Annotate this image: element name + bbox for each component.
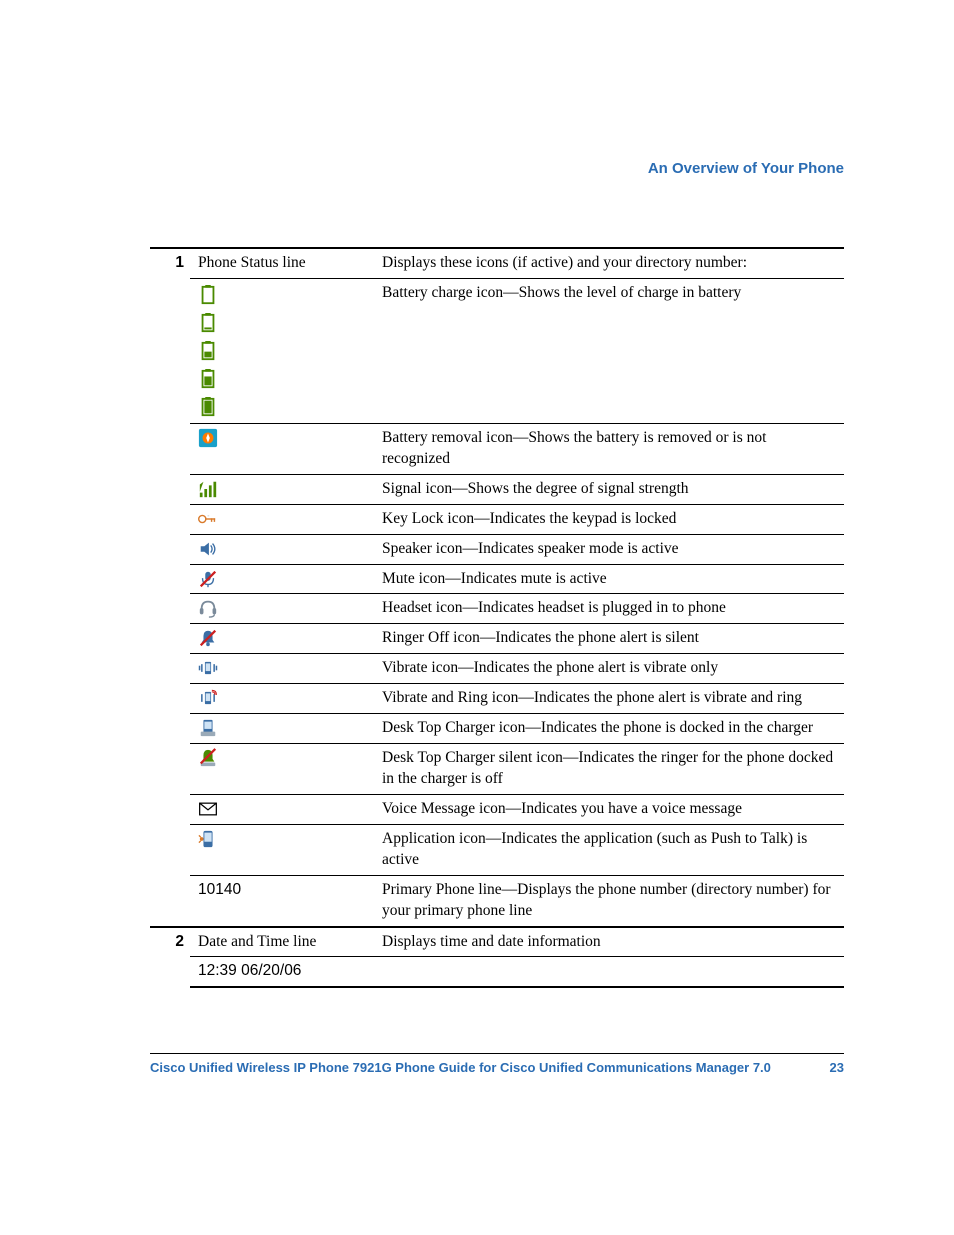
row-icon-cell xyxy=(190,278,374,423)
row-description xyxy=(374,957,844,987)
row-description: Headset icon—Indicates headset is plugge… xyxy=(374,594,844,624)
row-description: Primary Phone line—Displays the phone nu… xyxy=(374,875,844,926)
svg-text:≡: ≡ xyxy=(207,514,209,518)
row-icon-cell xyxy=(190,624,374,654)
row-description: Desk Top Charger icon—Indicates the phon… xyxy=(374,714,844,744)
row-description: Displays these icons (if active) and you… xyxy=(374,248,844,278)
row-description: Signal icon—Shows the degree of signal s… xyxy=(374,474,844,504)
row-icon-cell xyxy=(190,824,374,875)
row-icon-cell xyxy=(190,684,374,714)
row-icon-cell: Phone Status line xyxy=(190,248,374,278)
key-lock-icon: ≡ xyxy=(198,509,368,529)
section-header: An Overview of Your Phone xyxy=(150,160,844,177)
row-description: Vibrate and Ring icon—Indicates the phon… xyxy=(374,684,844,714)
row-description: Voice Message icon—Indicates you have a … xyxy=(374,794,844,824)
row-description: Speaker icon—Indicates speaker mode is a… xyxy=(374,534,844,564)
row-icon-cell xyxy=(190,534,374,564)
footer-page-number: 23 xyxy=(830,1060,844,1075)
row-icon-cell xyxy=(190,744,374,795)
row-icon-cell: 10140 xyxy=(190,875,374,926)
row-description: Battery charge icon—Shows the level of c… xyxy=(374,278,844,423)
speaker-icon xyxy=(198,539,368,559)
row-icon-cell xyxy=(190,794,374,824)
page-footer: Cisco Unified Wireless IP Phone 7921G Ph… xyxy=(150,1053,844,1075)
row-number: 1 xyxy=(150,248,190,927)
vibrate-icon xyxy=(198,658,368,678)
row-number: 2 xyxy=(150,927,190,988)
application-icon xyxy=(198,829,368,849)
row-icon-cell xyxy=(190,714,374,744)
row-icon-cell: ≡ xyxy=(190,504,374,534)
battery-stack-icon xyxy=(198,283,368,419)
charger-silent-icon xyxy=(198,748,368,768)
footer-title: Cisco Unified Wireless IP Phone 7921G Ph… xyxy=(150,1060,771,1075)
row-icon-cell xyxy=(190,423,374,474)
row-icon-cell xyxy=(190,654,374,684)
row-description: Application icon—Indicates the applicati… xyxy=(374,824,844,875)
signal-icon xyxy=(198,479,368,499)
row-description: Battery removal icon—Shows the battery i… xyxy=(374,423,844,474)
voicemail-icon xyxy=(198,799,368,819)
row-description: Vibrate icon—Indicates the phone alert i… xyxy=(374,654,844,684)
row-icon-cell: 12:39 06/20/06 xyxy=(190,957,374,987)
row-icon-cell xyxy=(190,564,374,594)
row-description: Mute icon—Indicates mute is active xyxy=(374,564,844,594)
row-icon-cell: Date and Time line xyxy=(190,927,374,957)
row-description: Key Lock icon—Indicates the keypad is lo… xyxy=(374,504,844,534)
mute-icon xyxy=(198,569,368,589)
row-description: Desk Top Charger silent icon—Indicates t… xyxy=(374,744,844,795)
battery-removal-icon xyxy=(198,428,368,448)
row-description: Displays time and date information xyxy=(374,927,844,957)
phone-status-table: 1Phone Status lineDisplays these icons (… xyxy=(150,247,844,988)
ringer-off-icon xyxy=(198,628,368,648)
row-description: Ringer Off icon—Indicates the phone aler… xyxy=(374,624,844,654)
row-icon-cell xyxy=(190,474,374,504)
row-icon-cell xyxy=(190,594,374,624)
charger-icon xyxy=(198,718,368,738)
headset-icon xyxy=(198,598,368,618)
vibrate-ring-icon xyxy=(198,688,368,708)
